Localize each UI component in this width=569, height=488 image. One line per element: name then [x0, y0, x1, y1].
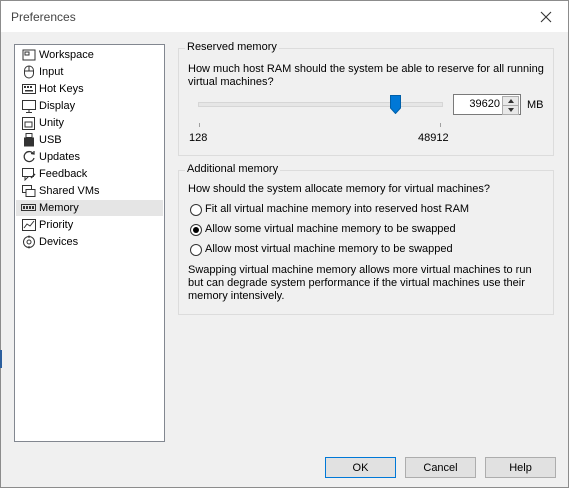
nav-item-workspace[interactable]: Workspace [16, 47, 163, 63]
close-icon [540, 11, 551, 22]
memory-unit-label: MB [527, 99, 544, 111]
memory-amount-input[interactable]: 39620 [453, 94, 521, 115]
nav-label: Shared VMs [39, 185, 100, 197]
help-button[interactable]: Help [485, 457, 556, 478]
slider-max-label: 48912 [418, 132, 449, 144]
additional-question: How should the system allocate memory fo… [188, 183, 491, 195]
keyboard-icon [21, 82, 36, 97]
additional-memory-group: Additional memory How should the system … [178, 163, 554, 315]
nav-label: USB [39, 134, 62, 146]
devices-icon [21, 235, 36, 250]
refresh-icon [21, 150, 36, 165]
slider-tick-min [199, 123, 200, 127]
window-title: Preferences [11, 10, 76, 24]
nav-label: Hot Keys [39, 83, 84, 95]
title-bar: Preferences [1, 1, 568, 32]
nav-item-updates[interactable]: Updates [16, 149, 163, 165]
spin-down-button[interactable] [502, 105, 519, 115]
additional-memory-heading: Additional memory [185, 163, 281, 175]
usb-icon [21, 133, 36, 148]
radio-label: Allow most virtual machine memory to be … [205, 243, 453, 255]
radio-button[interactable] [190, 224, 202, 236]
nav-label: Devices [39, 236, 79, 248]
radio-option-most-swapped[interactable]: Allow most virtual machine memory to be … [188, 242, 548, 258]
memory-amount-value: 39620 [469, 98, 500, 110]
feedback-icon [21, 167, 36, 182]
nav-item-memory[interactable]: Memory [16, 200, 163, 216]
nav-item-display[interactable]: Display [16, 98, 163, 114]
nav-item-feedback[interactable]: Feedback [16, 166, 163, 182]
radio-label: Fit all virtual machine memory into rese… [205, 203, 470, 215]
memory-icon [21, 201, 36, 216]
reserved-question-line1: How much host RAM should the system be a… [188, 63, 544, 75]
nav-label: Input [39, 66, 64, 78]
reserved-memory-heading: Reserved memory [185, 41, 279, 53]
nav-label: Updates [39, 151, 80, 163]
nav-item-hot-keys[interactable]: Hot Keys [16, 81, 163, 97]
memory-slider-track[interactable] [198, 102, 443, 107]
caret-up-icon [507, 99, 514, 103]
priority-icon [21, 218, 36, 233]
background-window-edge [0, 350, 2, 368]
cancel-button[interactable]: Cancel [405, 457, 476, 478]
shared-vms-icon [21, 184, 36, 199]
nav-label: Priority [39, 219, 74, 231]
mouse-icon [21, 65, 36, 80]
nav-item-unity[interactable]: Unity [16, 115, 163, 131]
swap-note-line3: memory intensively. [188, 290, 285, 302]
nav-item-priority[interactable]: Priority [16, 217, 163, 233]
nav-item-usb[interactable]: USB [16, 132, 163, 148]
category-list[interactable]: Workspace Input Hot Keys Display Unity U… [14, 44, 165, 442]
nav-label: Display [39, 100, 76, 112]
reserved-question-line2: virtual machines? [188, 76, 274, 88]
slider-tick-max [440, 123, 441, 127]
nav-item-input[interactable]: Input [16, 64, 163, 80]
radio-label: Allow some virtual machine memory to be … [205, 223, 456, 235]
nav-label: Workspace [39, 49, 94, 61]
nav-item-devices[interactable]: Devices [16, 234, 163, 250]
swap-note-line2: but can degrade system performance if th… [188, 277, 525, 289]
caret-down-icon [507, 108, 514, 112]
memory-slider-thumb[interactable] [389, 95, 401, 115]
slider-min-label: 128 [189, 132, 208, 144]
radio-option-some-swapped[interactable]: Allow some virtual machine memory to be … [188, 222, 548, 238]
monitor-icon [21, 99, 36, 114]
swap-note-line1: Swapping virtual machine memory allows m… [188, 264, 532, 276]
radio-button[interactable] [190, 204, 202, 216]
workspace-icon [21, 48, 36, 63]
unity-icon [21, 116, 36, 131]
nav-label: Memory [39, 202, 79, 214]
nav-label: Unity [39, 117, 65, 129]
nav-item-shared-vms[interactable]: Shared VMs [16, 183, 163, 199]
reserved-memory-group: Reserved memory How much host RAM should… [178, 41, 554, 156]
close-button[interactable] [523, 1, 568, 32]
preferences-dialog: Preferences Workspace Input Hot Keys Dis… [0, 0, 569, 488]
radio-option-fit-all[interactable]: Fit all virtual machine memory into rese… [188, 202, 548, 218]
radio-button[interactable] [190, 244, 202, 256]
nav-label: Feedback [39, 168, 88, 180]
ok-button[interactable]: OK [325, 457, 396, 478]
